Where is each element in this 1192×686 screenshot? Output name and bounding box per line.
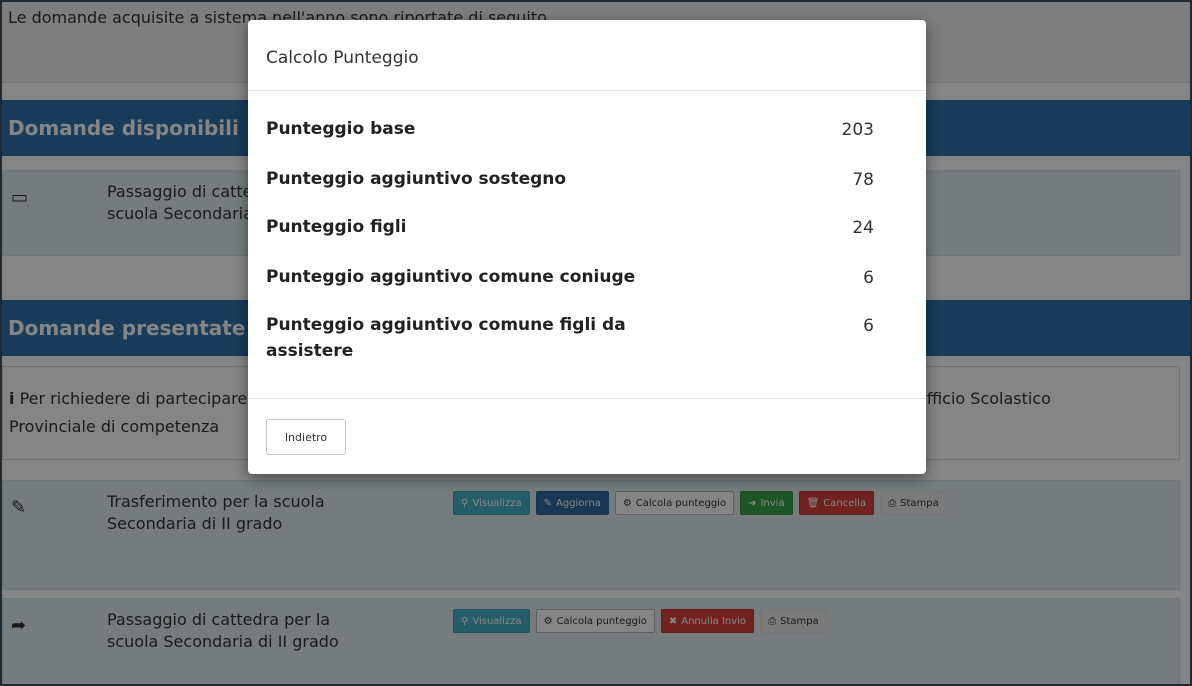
screenshot-frame: Le domande acquisite a sistema nell'anno… bbox=[0, 0, 1192, 686]
modal-title: Calcolo Punteggio bbox=[266, 48, 419, 68]
back-button[interactable]: Indietro bbox=[266, 419, 346, 455]
score-label: Punteggio aggiuntivo comune coniuge bbox=[266, 267, 636, 287]
score-value: 78 bbox=[852, 170, 874, 190]
modal-header: Calcolo Punteggio bbox=[248, 20, 926, 91]
score-value: 6 bbox=[863, 316, 874, 336]
score-label: Punteggio aggiuntivo sostegno bbox=[266, 169, 567, 189]
score-label: Punteggio figli bbox=[266, 217, 407, 237]
score-label: Punteggio aggiuntivo comune figli da ass… bbox=[266, 315, 626, 361]
modal-body: Punteggio base 203 Punteggio aggiuntivo … bbox=[248, 92, 926, 398]
score-modal: Calcolo Punteggio Punteggio base 203 Pun… bbox=[248, 20, 926, 474]
score-value: 24 bbox=[852, 218, 874, 238]
score-value: 203 bbox=[841, 120, 874, 140]
score-label: Punteggio base bbox=[266, 119, 416, 139]
modal-footer: Indietro bbox=[248, 398, 926, 475]
score-value: 6 bbox=[863, 268, 874, 288]
